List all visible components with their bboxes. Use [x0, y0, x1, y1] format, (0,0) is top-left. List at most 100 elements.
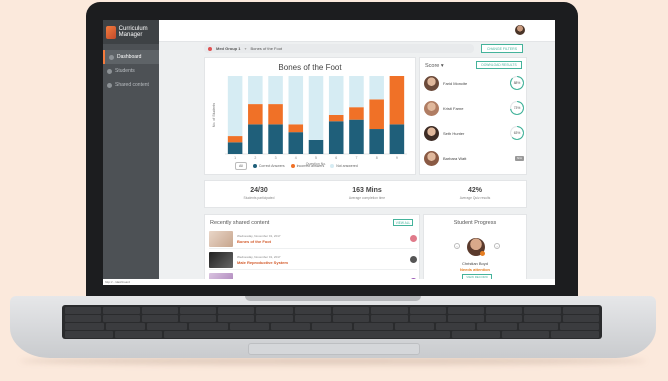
legend-item-incorrect[interactable]: Incorrect answers [290, 164, 324, 168]
bar-not-answered[interactable] [369, 76, 384, 100]
bar-correct-answers[interactable] [288, 132, 304, 154]
legend-all-toggle[interactable]: All [235, 162, 247, 170]
bar-correct-answers[interactable] [248, 124, 263, 154]
student-row[interactable]: Kristi Farne 73% [424, 99, 524, 117]
progress-title: Student Progress [453, 220, 497, 226]
bar-incorrect-answers[interactable] [227, 136, 243, 143]
bar-not-answered[interactable] [248, 76, 263, 105]
bar-not-answered[interactable] [328, 76, 344, 115]
sidebar-item-dashboard[interactable]: Dashboard [103, 50, 159, 64]
recent-title: Recently shared content [210, 220, 270, 226]
content-title[interactable]: Bones of the Foot [237, 239, 406, 244]
bar-correct-answers[interactable] [369, 129, 384, 154]
content-thumbnail [209, 230, 233, 247]
x-tick-label: 7 [355, 156, 357, 160]
filter-group[interactable]: Med Group 1 [216, 46, 240, 51]
student-row[interactable]: Seth Hunter 63% [424, 124, 524, 142]
x-tick-label: 1 [234, 156, 236, 160]
student-name[interactable]: Seth Hunter [443, 131, 506, 136]
filter-bar[interactable]: Med Group 1 ▾ Bones of the Foot [204, 44, 474, 53]
bar-incorrect-answers[interactable] [288, 124, 304, 133]
legend-item-not-answered[interactable]: Not answered [330, 164, 358, 168]
top-bar [159, 20, 555, 42]
bar-correct-answers[interactable] [268, 124, 283, 154]
home-icon [109, 54, 114, 60]
list-item[interactable]: Wednesday, November 01, 2017 Male Reprod… [209, 250, 417, 270]
chevron-left-icon[interactable]: ‹ [454, 243, 460, 249]
bar-correct-answers[interactable] [308, 139, 324, 154]
brand: Curriculum Manager [103, 20, 159, 44]
bar-incorrect-answers[interactable] [328, 115, 344, 122]
download-results-button[interactable]: DOWNLOAD RESULTS [476, 61, 522, 69]
user-avatar[interactable] [515, 25, 525, 35]
x-tick-label: 8 [376, 156, 378, 160]
student-name[interactable]: Farid Moncite [443, 81, 506, 86]
bar-incorrect-answers[interactable] [248, 104, 263, 125]
stat-participation: 24/30 Students participated [219, 187, 299, 200]
content-title[interactable]: Male Reproductive System [237, 260, 406, 265]
bar-not-answered[interactable] [349, 76, 364, 108]
legend-item-correct[interactable]: Correct Answers [252, 164, 285, 168]
student-row[interactable]: Barbara Watt N/A [424, 149, 524, 167]
bar-incorrect-answers[interactable] [349, 107, 364, 120]
score-ring: 88% [510, 76, 524, 90]
stat-value: 24/30 [250, 187, 268, 194]
laptop-hinge-notch [245, 296, 421, 301]
score-ring: 63% [510, 126, 524, 140]
bar-correct-answers[interactable] [227, 142, 243, 154]
sidebar-item-label: Students [115, 68, 135, 74]
bar-not-answered[interactable] [227, 76, 243, 137]
bar-not-answered[interactable] [288, 76, 304, 125]
sidebar-item-shared-content[interactable]: Shared content [103, 78, 159, 92]
recent-content-card: Recently shared content VIEW ALL Wednesd… [204, 214, 420, 285]
x-tick-label: 3 [275, 156, 277, 160]
filter-content[interactable]: Bones of the Foot [250, 46, 282, 51]
bar-correct-answers[interactable] [349, 119, 364, 154]
content-date: Wednesday, November 01, 2017 [237, 233, 281, 238]
sidebar-item-students[interactable]: Students [103, 64, 159, 78]
list-item[interactable]: Wednesday, November 01, 2017 Bones of th… [209, 229, 417, 249]
student-progress-card: Student Progress ‹ › Christian Boyd Need… [423, 214, 527, 282]
avatar [424, 125, 439, 141]
stat-value: 42% [467, 187, 482, 194]
avatar [424, 100, 439, 116]
bar-incorrect-answers[interactable] [268, 104, 283, 125]
chevron-right-icon[interactable]: › [494, 243, 500, 249]
sidebar-item-label: Shared content [115, 82, 149, 88]
student-name[interactable]: Barbara Watt [443, 156, 511, 161]
score-title[interactable]: Score ▾ [425, 63, 444, 69]
content-date: Wednesday, November 01, 2017 [237, 254, 281, 259]
sidebar-item-label: Dashboard [117, 54, 142, 60]
stat-quiz-results: 42% Average Quiz results [435, 187, 515, 200]
stats-card: 24/30 Students participated 163 Mins Ave… [204, 180, 527, 208]
play-icon[interactable] [410, 256, 417, 263]
student-name[interactable]: Kristi Farne [443, 106, 506, 111]
laptop-trackpad [248, 343, 420, 355]
group-color-dot [208, 46, 212, 51]
bar-not-answered[interactable] [268, 76, 283, 105]
stat-value: 163 Mins [352, 187, 382, 194]
student-row[interactable]: Farid Moncite 88% [424, 74, 524, 92]
status-bar: http://.../dashboard [103, 279, 555, 285]
y-axis-label: No. of Students [212, 103, 216, 127]
stat-completion-time: 163 Mins Average completion time [327, 187, 407, 200]
app-name: Curriculum Manager [118, 26, 148, 38]
stat-label: Average completion time [348, 196, 386, 200]
x-tick-label: 5 [315, 156, 317, 160]
bar-not-answered[interactable] [308, 76, 324, 140]
bar-incorrect-answers[interactable] [369, 99, 384, 130]
x-tick-label: 6 [335, 156, 337, 160]
change-filters-button[interactable]: CHANGE FILTERS [481, 44, 523, 53]
x-tick-label: 4 [295, 156, 297, 160]
app-logo [106, 25, 116, 39]
view-all-button[interactable]: VIEW ALL [393, 219, 413, 226]
bar-correct-answers[interactable] [389, 124, 405, 154]
user-icon [107, 68, 112, 74]
sidebar: Curriculum Manager Dashboard Students Sh… [103, 20, 159, 285]
bar-incorrect-answers[interactable] [389, 76, 405, 125]
avatar [424, 75, 439, 91]
x-tick-label: 9 [396, 156, 398, 160]
bar-correct-answers[interactable] [328, 121, 344, 154]
avatar [424, 150, 439, 166]
share-icon[interactable] [410, 235, 417, 242]
